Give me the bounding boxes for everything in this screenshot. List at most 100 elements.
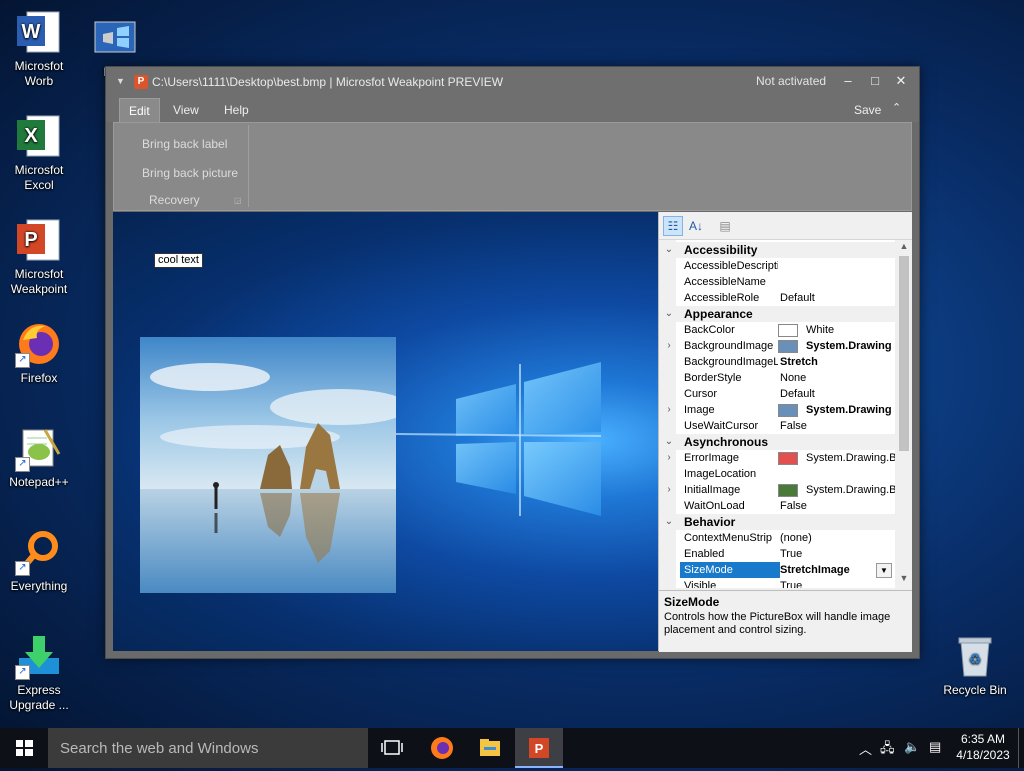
expand-chevron-icon[interactable]: ›	[663, 482, 675, 498]
title-bar[interactable]: ▼ P C:\Users\1111\Desktop\best.bmp | Mic…	[106, 67, 919, 96]
search-placeholder: Search the web and Windows	[60, 740, 259, 757]
property-value[interactable]: Default	[780, 386, 895, 402]
taskbar-firefox[interactable]	[418, 728, 466, 768]
bring-back-label-button[interactable]: Bring back label	[142, 137, 227, 151]
volume-muted-icon[interactable]: 🔈	[904, 739, 920, 755]
property-value[interactable]: Stretch	[780, 354, 895, 370]
property-row[interactable]: AccessibleRole Default	[659, 290, 895, 306]
property-row[interactable]: SizeMode StretchImage ▼	[659, 562, 895, 578]
design-canvas[interactable]: cool text	[113, 212, 658, 651]
property-row[interactable]: AccessibleName	[659, 274, 895, 290]
expand-chevron-icon[interactable]: ›	[663, 338, 675, 354]
taskbar: Search the web and Windows P ︿ 🖧 🔈 ▤ 6:3…	[0, 728, 1024, 768]
tab-edit[interactable]: Edit	[119, 98, 160, 123]
collapse-chevron-icon[interactable]: ⌄	[663, 514, 675, 530]
property-category[interactable]: ⌄ Accessibility	[659, 242, 895, 258]
desktop-icon-label: Microsfot Weakpoint	[10, 267, 68, 296]
property-row[interactable]: › ErrorImage System.Drawing.Bi	[659, 450, 895, 466]
property-value[interactable]: System.Drawing	[806, 402, 895, 418]
system-clock[interactable]: 6:35 AM 4/18/2023	[948, 731, 1018, 763]
tab-view[interactable]: View	[164, 98, 208, 122]
maximize-button[interactable]: □	[863, 71, 887, 91]
svg-text:P: P	[535, 741, 544, 756]
desktop-icon-weakpoint[interactable]: P Microsfot Weakpoint	[1, 216, 77, 297]
desktop-icon-everything[interactable]: ↗ Everything	[1, 528, 77, 594]
taskbar-file-explorer[interactable]	[466, 728, 514, 768]
property-value[interactable]: True	[780, 546, 895, 562]
desktop-icon-firefox[interactable]: ↗ Firefox	[1, 320, 77, 386]
cool-text-label[interactable]: cool text	[154, 253, 203, 268]
tab-help[interactable]: Help	[215, 98, 258, 122]
property-row[interactable]: Enabled True	[659, 546, 895, 562]
property-row[interactable]: › BackgroundImage System.Drawing	[659, 338, 895, 354]
property-row[interactable]: AccessibleDescripti	[659, 258, 895, 274]
collapse-chevron-icon[interactable]: ⌄	[663, 434, 675, 450]
close-button[interactable]: ✕	[889, 71, 913, 91]
desktop-icon-label: Recycle Bin	[943, 683, 1007, 697]
property-row[interactable]: ImageLocation	[659, 466, 895, 482]
property-row[interactable]: ContextMenuStrip (none)	[659, 530, 895, 546]
desktop-icon-notepadpp[interactable]: ↗ Notepad++	[1, 424, 77, 490]
property-row[interactable]: Visible True	[659, 578, 895, 588]
app-icon[interactable]: P	[134, 75, 148, 89]
dropdown-chevron-icon[interactable]: ▼	[876, 563, 892, 578]
category-name: Behavior	[684, 515, 736, 529]
property-value[interactable]: None	[780, 370, 895, 386]
property-row[interactable]: Cursor Default	[659, 386, 895, 402]
taskbar-weakpoint[interactable]: P	[515, 728, 563, 768]
action-center-icon[interactable]: ▤	[929, 739, 941, 755]
property-row[interactable]: BackgroundImageL Stretch	[659, 354, 895, 370]
scroll-up-icon[interactable]: ▲	[896, 241, 912, 251]
property-value[interactable]: System.Drawing.Bi	[806, 450, 895, 466]
property-value[interactable]: System.Drawing	[806, 338, 895, 354]
property-value[interactable]: System.Drawing.Bi	[806, 482, 895, 498]
show-hidden-icons-chevron-icon[interactable]: ︿	[859, 739, 872, 758]
collapse-chevron-icon[interactable]: ⌄	[663, 242, 675, 258]
save-button[interactable]: Save	[854, 103, 881, 117]
categorized-view-icon[interactable]: ☷	[663, 216, 683, 236]
property-row[interactable]: UseWaitCursor False	[659, 418, 895, 434]
property-row[interactable]: › Image System.Drawing	[659, 402, 895, 418]
recovery-group-label: Recovery	[149, 193, 200, 207]
property-grid-scrollbar[interactable]: ▲ ▼	[896, 240, 912, 588]
property-category[interactable]: ⌄ Appearance	[659, 306, 895, 322]
property-value[interactable]: False	[780, 498, 895, 514]
desktop-icon-label: Express Upgrade ...	[9, 683, 69, 712]
desktop-icon-word[interactable]: W Microsfot Worb	[1, 8, 77, 89]
desktop-icon-express-upgrade[interactable]: ↗ Express Upgrade ...	[1, 632, 77, 713]
show-desktop-button[interactable]	[1018, 728, 1019, 768]
scroll-down-icon[interactable]: ▼	[896, 573, 912, 583]
alphabetical-sort-icon[interactable]: A↓	[686, 216, 706, 236]
desktop-icon-recycle-bin[interactable]: ♻ Recycle Bin	[937, 632, 1013, 698]
property-row[interactable]: › InitialImage System.Drawing.Bi	[659, 482, 895, 498]
property-value[interactable]: Default	[780, 290, 895, 306]
collapse-ribbon-chevron-icon[interactable]: ⌃	[892, 101, 901, 114]
system-menu-chevron-icon[interactable]: ▼	[116, 76, 125, 86]
collapse-chevron-icon[interactable]: ⌄	[663, 306, 675, 322]
picture-box[interactable]	[140, 337, 396, 593]
property-row[interactable]: BorderStyle None	[659, 370, 895, 386]
property-value[interactable]: True	[780, 578, 895, 588]
minimize-button[interactable]: ‒	[836, 71, 860, 91]
window-title: C:\Users\1111\Desktop\best.bmp | Microsf…	[152, 75, 504, 89]
scrollbar-thumb[interactable]	[899, 256, 909, 451]
property-category[interactable]: ⌄ Behavior	[659, 514, 895, 530]
property-value[interactable]: White	[806, 322, 895, 338]
property-value[interactable]: (none)	[780, 530, 895, 546]
expand-chevron-icon[interactable]: ›	[663, 402, 675, 418]
property-pages-icon[interactable]: ▤	[715, 216, 735, 236]
search-box[interactable]: Search the web and Windows	[48, 728, 368, 768]
dialog-launcher-icon[interactable]: ◲	[234, 196, 242, 205]
expand-chevron-icon[interactable]: ›	[663, 450, 675, 466]
property-row[interactable]: BackColor White	[659, 322, 895, 338]
start-button[interactable]	[0, 728, 48, 768]
desktop-icon-excel[interactable]: X Microsfot Excol	[1, 112, 77, 193]
ribbon-tab-bar: Edit View Help Save ⌃	[106, 96, 919, 123]
property-row[interactable]: WaitOnLoad False	[659, 498, 895, 514]
bring-back-picture-button[interactable]: Bring back picture	[142, 166, 238, 180]
property-category[interactable]: ⌄ Asynchronous	[659, 434, 895, 450]
network-icon[interactable]: 🖧	[880, 739, 895, 761]
beach-rock-arch-image	[140, 337, 396, 593]
property-value[interactable]: False	[780, 418, 895, 434]
task-view-button[interactable]	[368, 728, 416, 768]
